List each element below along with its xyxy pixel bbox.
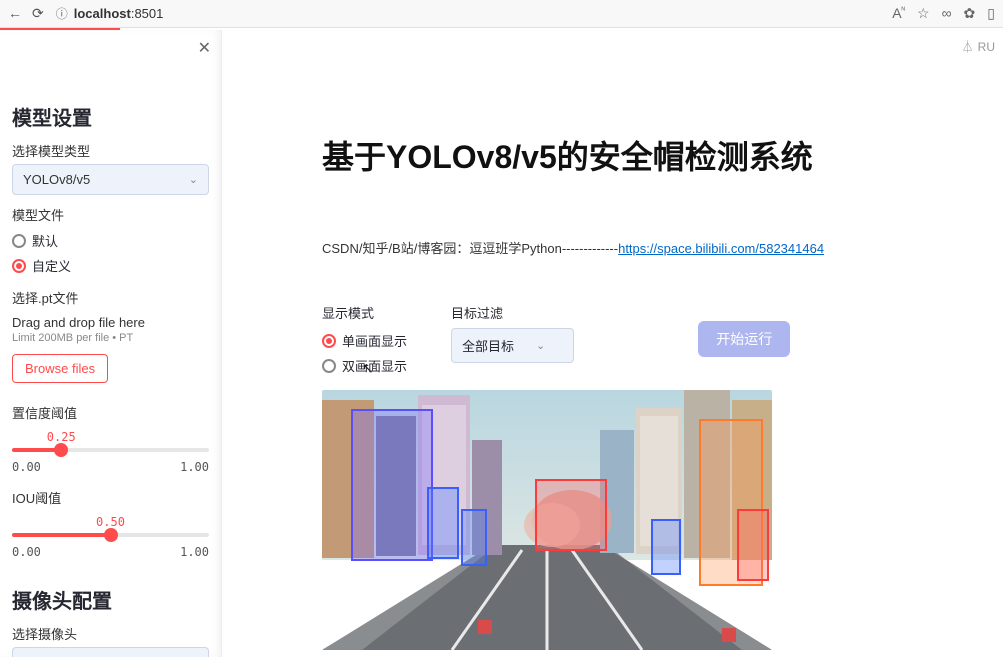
running-icon: ⏃ bbox=[962, 38, 974, 55]
sidebar-heading-model: 模型设置 bbox=[12, 102, 209, 131]
file-dropzone[interactable]: Drag and drop file here Limit 200MB per … bbox=[12, 315, 209, 383]
label-iou: IOU阈值 bbox=[12, 488, 209, 507]
select-model-type-value: YOLOv8/v5 bbox=[23, 172, 90, 187]
byline: CSDN/知乎/B站/博客园：逗逗班学Python-------------ht… bbox=[322, 238, 963, 257]
dropzone-subtext: Limit 200MB per file • PT bbox=[12, 332, 209, 344]
radio-icon-checked bbox=[12, 259, 26, 273]
back-icon[interactable]: ← bbox=[8, 5, 22, 22]
radio-custom[interactable]: 自定义 bbox=[12, 253, 209, 278]
label-pt-file: 选择.pt文件 bbox=[12, 288, 209, 307]
page-title: 基于YOLOv8/v5的安全帽检测系统 bbox=[322, 132, 963, 178]
slider-thumb[interactable] bbox=[104, 528, 118, 542]
iou-slider[interactable]: 0.50 0.00 1.00 bbox=[12, 515, 209, 559]
favorite-icon[interactable]: ☆ bbox=[917, 5, 930, 22]
browse-files-button[interactable]: Browse files bbox=[12, 354, 108, 383]
sidebar-close-icon[interactable]: ✕ bbox=[198, 38, 211, 58]
info-icon: ⓘ bbox=[56, 5, 68, 22]
extension-icon[interactable]: ✿ bbox=[964, 5, 976, 22]
radio-icon-checked bbox=[322, 334, 336, 348]
label-model-file: 模型文件 bbox=[12, 205, 209, 224]
label-camera: 选择摄像头 bbox=[12, 624, 209, 643]
label-confidence: 置信度阈值 bbox=[12, 403, 209, 422]
mouse-cursor-icon: ↖ bbox=[362, 360, 374, 377]
label-target-filter: 目标过滤 bbox=[451, 303, 574, 322]
radio-icon bbox=[12, 234, 26, 248]
refresh-icon[interactable]: ⟳ bbox=[32, 5, 44, 22]
result-image bbox=[322, 390, 772, 650]
url-text: localhost:8501 bbox=[74, 6, 164, 21]
dropzone-text: Drag and drop file here bbox=[12, 315, 209, 330]
url-bar[interactable]: ⓘ localhost:8501 bbox=[56, 5, 316, 22]
sidebar-heading-camera: 摄像头配置 bbox=[12, 585, 209, 614]
main-content: ⏃ RU 基于YOLOv8/v5的安全帽检测系统 CSDN/知乎/B站/博客园：… bbox=[222, 30, 1003, 657]
split-icon[interactable]: ▯ bbox=[987, 5, 995, 22]
select-camera[interactable]: 未启用摄像头 ⌄ bbox=[12, 647, 209, 657]
radio-default[interactable]: 默认 bbox=[12, 228, 209, 253]
infinity-icon[interactable]: ∞ bbox=[942, 5, 952, 22]
slider-thumb[interactable] bbox=[54, 443, 68, 457]
bilibili-link[interactable]: https://space.bilibili.com/582341464 bbox=[618, 241, 824, 256]
radio-single-display[interactable]: 单画面显示 bbox=[322, 328, 407, 353]
run-button[interactable]: 开始运行 bbox=[698, 321, 790, 357]
deploy-menu[interactable]: ⏃ RU bbox=[962, 38, 995, 55]
radio-icon bbox=[322, 359, 336, 373]
text-size-icon[interactable]: Aᴺ bbox=[892, 5, 905, 22]
confidence-slider[interactable]: 0.25 0.00 1.00 bbox=[12, 430, 209, 474]
browser-toolbar: ← ⟳ ⓘ localhost:8501 Aᴺ ☆ ∞ ✿ ▯ bbox=[0, 0, 1003, 28]
chevron-down-icon: ⌄ bbox=[189, 173, 198, 186]
label-model-type: 选择模型类型 bbox=[12, 141, 209, 160]
sidebar: ✕ 模型设置 选择模型类型 YOLOv8/v5 ⌄ 模型文件 默认 自定义 选择… bbox=[0, 30, 222, 657]
label-display-mode: 显示模式 bbox=[322, 303, 407, 322]
select-target-filter[interactable]: 全部目标 ⌄ bbox=[451, 328, 574, 363]
chevron-down-icon: ⌄ bbox=[536, 339, 545, 352]
select-model-type[interactable]: YOLOv8/v5 ⌄ bbox=[12, 164, 209, 195]
radio-group-model-file: 默认 自定义 bbox=[12, 228, 209, 278]
